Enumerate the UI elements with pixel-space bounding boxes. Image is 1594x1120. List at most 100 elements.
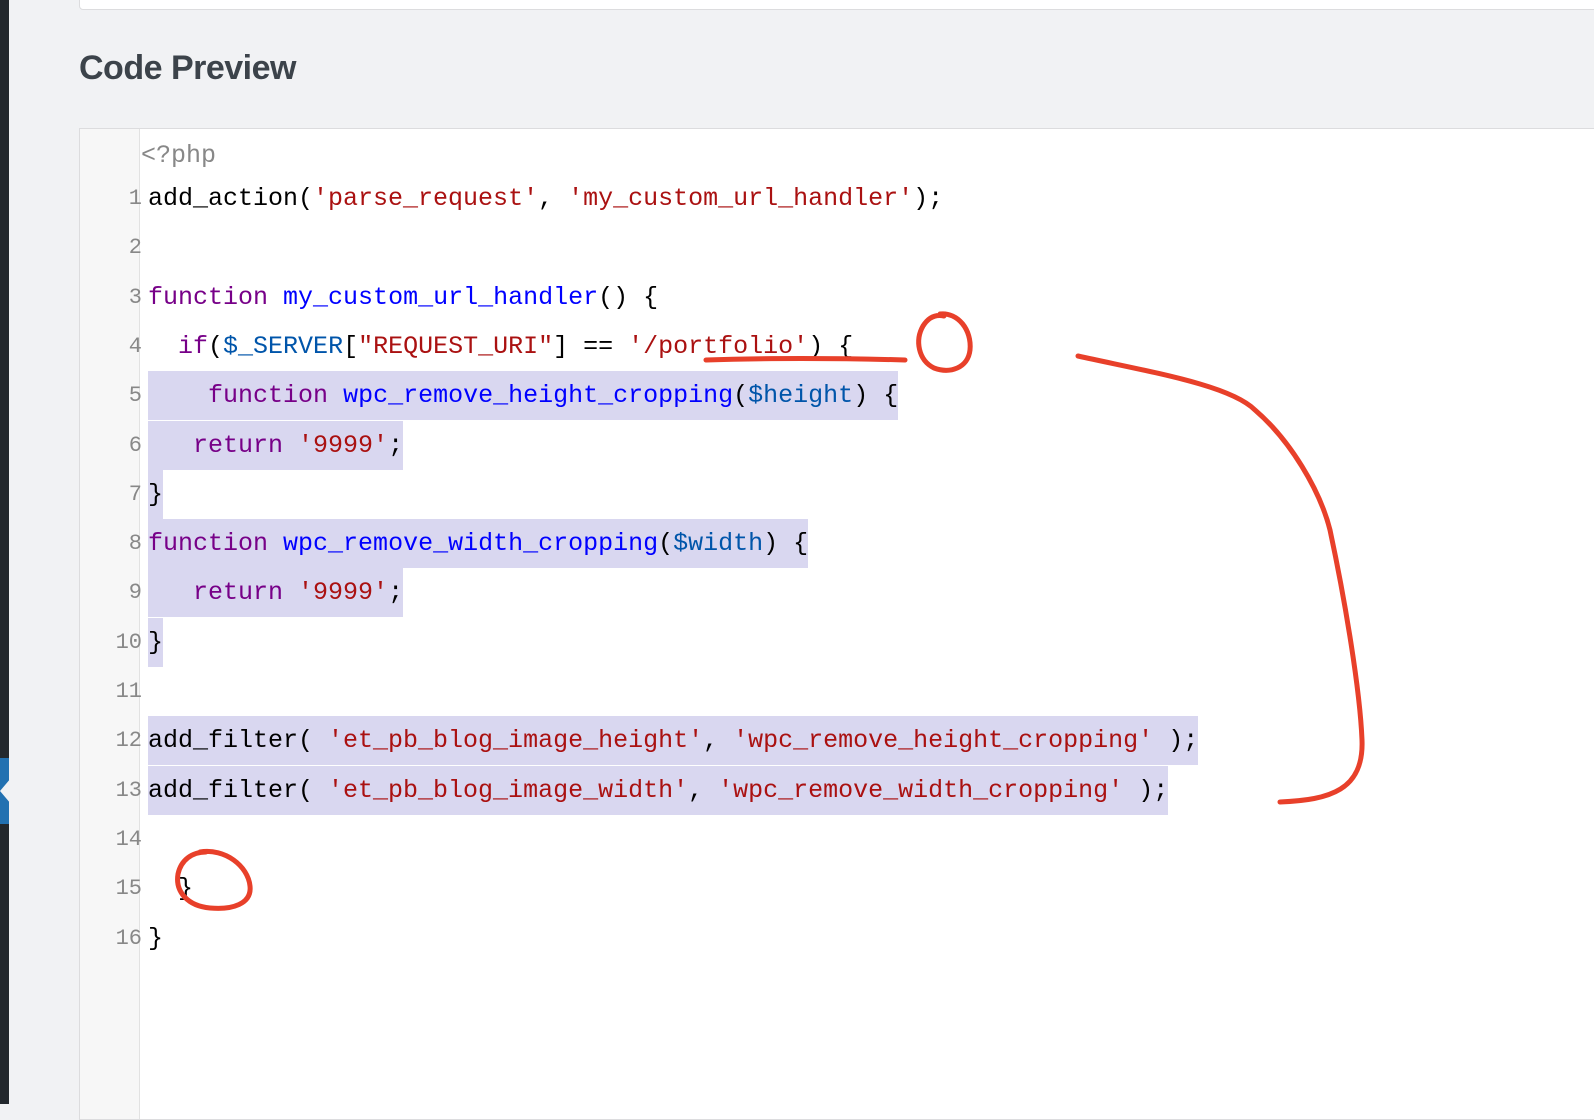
code-text: } bbox=[148, 914, 163, 963]
code-token: [ bbox=[343, 331, 359, 361]
code-token: ; bbox=[388, 578, 404, 608]
admin-sidebar-edge bbox=[0, 0, 9, 1104]
code-token: "REQUEST_URI" bbox=[358, 331, 554, 361]
code-text: return '9999'; bbox=[148, 420, 404, 470]
code-token: , bbox=[703, 726, 734, 756]
code-line[interactable]: 8 function wpc_remove_width_cropping($wid… bbox=[129, 519, 809, 569]
code-token: ); bbox=[1153, 726, 1199, 756]
collapse-arrow-icon bbox=[0, 778, 11, 804]
code-token: my_custom_url_handler bbox=[283, 282, 599, 312]
code-token: , bbox=[688, 775, 719, 805]
code-line[interactable]: 1 add_action('parse_request', 'my_custom_… bbox=[129, 174, 943, 223]
line-number: 4 bbox=[128, 333, 142, 359]
line-number: 12 bbox=[115, 728, 142, 754]
code-line[interactable]: 4 if($_SERVER["REQUEST_URI"] == '/portfo… bbox=[129, 322, 853, 371]
code-line[interactable]: 16} bbox=[116, 914, 163, 963]
line-number: 15 bbox=[115, 876, 142, 902]
line-number: 2 bbox=[128, 235, 142, 261]
code-token: () { bbox=[598, 282, 659, 312]
code-token: ; bbox=[388, 430, 404, 460]
code-token: function bbox=[148, 282, 269, 312]
code-line[interactable]: 5 function wpc_remove_height_cropping($h… bbox=[129, 371, 899, 421]
code-token: ( bbox=[658, 529, 674, 559]
code-token: function bbox=[148, 529, 269, 559]
code-token: } bbox=[148, 874, 194, 904]
code-token: 'et_pb_blog_image_height' bbox=[328, 726, 704, 756]
code-content[interactable]: <?php 1 add_action('parse_request', 'my_c… bbox=[116, 142, 1594, 1119]
code-token: ); bbox=[913, 184, 944, 213]
code-token: ) { bbox=[763, 529, 809, 559]
code-token: '9999' bbox=[298, 578, 389, 608]
line-number: 3 bbox=[128, 284, 142, 310]
code-token: ( bbox=[208, 331, 224, 361]
code-text: add_action('parse_request', 'my_custom_u… bbox=[148, 174, 943, 223]
line-number: 5 bbox=[128, 383, 142, 409]
code-text: function wpc_remove_width_cropping($widt… bbox=[148, 519, 809, 569]
code-text: } bbox=[148, 469, 164, 519]
code-token: '/portfolio' bbox=[628, 331, 809, 361]
line-number: 8 bbox=[128, 531, 142, 557]
code-editor[interactable]: <?php 1 add_action('parse_request', 'my_c… bbox=[79, 128, 1594, 1120]
section-title: Code Preview bbox=[79, 49, 296, 87]
line-number: 11 bbox=[115, 679, 142, 704]
code-line[interactable]: 7} bbox=[129, 469, 164, 519]
code-text: return '9999'; bbox=[148, 568, 404, 618]
code-token: function bbox=[208, 381, 329, 411]
code-token: , bbox=[538, 184, 569, 213]
code-token: wpc_remove_width_cropping bbox=[283, 529, 659, 559]
code-token: wpc_remove_height_cropping bbox=[343, 381, 734, 411]
code-token: add_filter( bbox=[148, 726, 329, 756]
code-token: add_action( bbox=[148, 184, 314, 213]
code-token: ( bbox=[733, 381, 749, 411]
code-line[interactable]: 13 add_filter( 'et_pb_blog_image_width', … bbox=[116, 765, 1169, 815]
code-token: } bbox=[148, 479, 164, 509]
line-number: 1 bbox=[128, 186, 142, 211]
code-token: ) { bbox=[808, 331, 854, 361]
code-text: add_filter( 'et_pb_blog_image_height', '… bbox=[148, 716, 1199, 766]
code-line[interactable]: 6 return '9999'; bbox=[129, 420, 404, 470]
code-token: 'wpc_remove_height_cropping' bbox=[733, 726, 1154, 756]
code-line[interactable]: 3 function my_custom_url_handler() { bbox=[129, 273, 658, 322]
code-token: ] == bbox=[553, 331, 629, 361]
line-number: 7 bbox=[128, 481, 142, 507]
code-token: 'wpc_remove_width_cropping' bbox=[718, 775, 1124, 805]
code-token: $_SERVER bbox=[223, 331, 344, 361]
code-line[interactable]: 12 add_filter( 'et_pb_blog_image_height',… bbox=[116, 716, 1199, 766]
line-number: 10 bbox=[115, 629, 142, 655]
code-token: 'parse_request' bbox=[313, 184, 539, 213]
code-token: ) { bbox=[853, 381, 899, 411]
code-text: if($_SERVER["REQUEST_URI"] == '/portfoli… bbox=[148, 322, 853, 371]
code-line[interactable]: 15 } bbox=[116, 864, 193, 913]
code-line[interactable]: 10} bbox=[116, 617, 164, 667]
code-token: } bbox=[148, 923, 164, 953]
code-token: ); bbox=[1123, 775, 1169, 805]
code-text: function wpc_remove_height_cropping($hei… bbox=[148, 371, 899, 421]
code-text: } bbox=[148, 864, 193, 913]
code-line[interactable]: 9 return '9999'; bbox=[129, 568, 404, 618]
code-token: if bbox=[178, 331, 209, 361]
line-number: 16 bbox=[115, 925, 142, 951]
code-token: return bbox=[193, 578, 284, 608]
line-number: 14 bbox=[115, 826, 142, 852]
code-token: 'my_custom_url_handler' bbox=[568, 184, 914, 213]
code-token: add_filter( bbox=[148, 775, 329, 805]
code-token: $width bbox=[673, 529, 764, 559]
code-token: 'et_pb_blog_image_width' bbox=[328, 775, 689, 805]
code-token: $height bbox=[748, 381, 854, 411]
line-number: 9 bbox=[128, 580, 142, 606]
line-number: 6 bbox=[128, 432, 142, 458]
code-token: } bbox=[148, 627, 164, 657]
code-token: return bbox=[193, 430, 284, 460]
code-token: '9999' bbox=[298, 430, 389, 460]
previous-panel bbox=[79, 0, 1594, 10]
code-text: function my_custom_url_handler() { bbox=[148, 273, 658, 322]
